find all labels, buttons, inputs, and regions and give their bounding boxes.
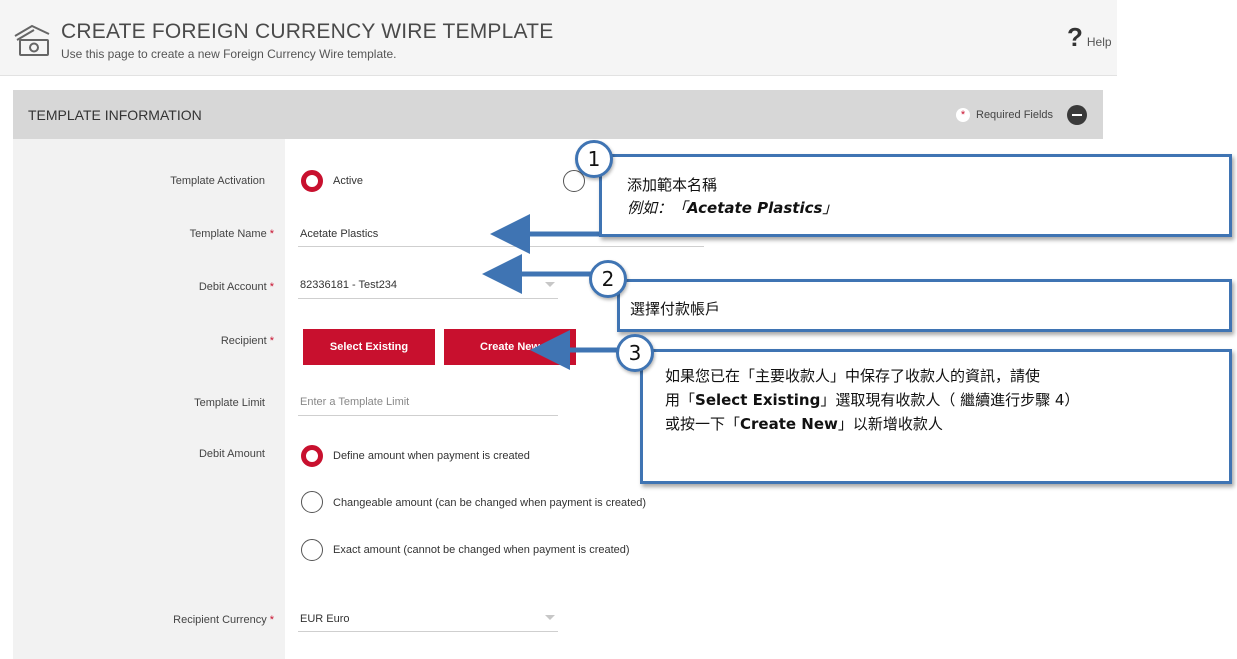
callout-2-number-badge: 2: [589, 260, 627, 298]
callout-recipient: 如果您已在「主要收款人」中保存了收款人的資訊，請使 用「Select Exist…: [640, 349, 1232, 484]
callout-3-line3: 或按一下「Create New」以新增收款人: [665, 415, 943, 433]
callout-2-text: 選擇付款帳戶: [630, 300, 721, 318]
callout-1-line2: 例如：「Acetate Plastics」: [627, 199, 838, 217]
callout-3-line2: 用「Select Existing」選取現有收款人（ 繼續進行步驟 4）: [665, 391, 1080, 409]
callout-3-line1: 如果您已在「主要收款人」中保存了收款人的資訊，請使: [665, 367, 1041, 385]
callout-1-line1: 添加範本名稱: [627, 176, 718, 194]
callout-1-number-badge: 1: [575, 140, 613, 178]
callout-debit-account: 選擇付款帳戶: [617, 279, 1232, 332]
callout-template-name: 添加範本名稱 例如：「Acetate Plastics」: [599, 154, 1232, 237]
callout-3-number-badge: 3: [616, 334, 654, 372]
